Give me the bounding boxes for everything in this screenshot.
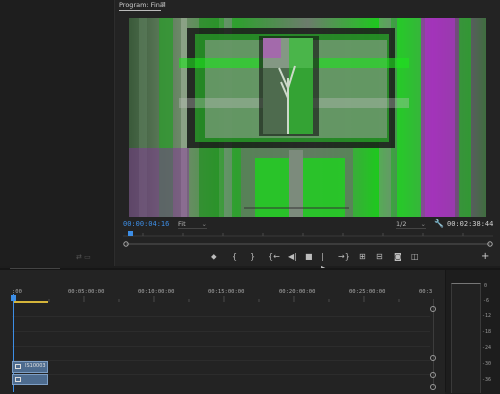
step-back-icon[interactable]: ◀| xyxy=(288,251,297,263)
lift-icon[interactable]: ⊞ xyxy=(359,251,366,263)
panel-tools: ⇄ ▭ xyxy=(76,253,91,261)
current-timecode[interactable]: 00:00:04:16 xyxy=(123,220,169,228)
chevron-down-icon: ⌄ xyxy=(201,220,207,228)
panel-menu-icon[interactable]: ≡ xyxy=(160,0,166,8)
ruler-label: 00:05:00:00 xyxy=(68,289,105,295)
panel-title[interactable]: Program: Final xyxy=(119,1,166,9)
extract-icon[interactable]: ⊟ xyxy=(376,251,383,263)
stop-icon[interactable]: ■ xyxy=(305,251,313,263)
clip-fx-icon xyxy=(15,364,21,369)
monitor-time-ruler[interactable] xyxy=(123,231,493,237)
ruler-label: 00:25:00:00 xyxy=(349,289,386,295)
video-preview[interactable] xyxy=(129,18,486,217)
meter-tick: -36 xyxy=(482,377,492,383)
zoom-scrollbar[interactable] xyxy=(123,241,493,247)
project-panel xyxy=(0,0,113,266)
scroll-handle[interactable] xyxy=(430,306,436,312)
scroll-handle[interactable] xyxy=(430,372,436,378)
resolution-select[interactable]: 1/2 ⌄ xyxy=(396,220,426,229)
scroll-handle[interactable] xyxy=(430,384,436,390)
meter-tick: 0 xyxy=(484,283,488,289)
zoom-select-value: Fit xyxy=(178,220,186,228)
comparison-view-icon[interactable]: ◫ xyxy=(411,251,419,263)
scroll-handle[interactable] xyxy=(430,355,436,361)
track-separator xyxy=(12,331,430,332)
mark-out-icon[interactable]: } xyxy=(250,251,255,263)
add-button-icon[interactable]: + xyxy=(481,251,489,263)
ruler-ticks xyxy=(13,296,400,302)
track-separator xyxy=(12,346,430,347)
meter-tick: -12 xyxy=(482,313,492,319)
zoom-select[interactable]: Fit ⌄ xyxy=(178,220,207,229)
work-area-bar[interactable] xyxy=(14,301,48,303)
clip-label: IS10003 xyxy=(25,363,46,369)
monitor-playhead[interactable] xyxy=(128,231,133,236)
audio-meter xyxy=(451,283,481,393)
track-separator xyxy=(12,374,430,375)
go-to-in-icon[interactable]: {← xyxy=(268,251,280,263)
panel-title-underline xyxy=(119,10,161,11)
video-frame-image xyxy=(129,18,486,217)
add-marker-icon[interactable]: ⬥ xyxy=(211,251,217,263)
track-separator xyxy=(12,360,430,361)
chevron-down-icon: ⌄ xyxy=(420,220,426,228)
settings-wrench-icon[interactable]: 🔧 xyxy=(434,219,444,228)
timeline-tracks[interactable] xyxy=(12,304,430,392)
timeline-tab-strip xyxy=(10,268,60,269)
audio-clip[interactable] xyxy=(12,374,48,385)
timeline-vertical-scrollbar[interactable] xyxy=(430,295,436,392)
ruler-label: 00:20:00:00 xyxy=(279,289,316,295)
meter-tick: -30 xyxy=(482,361,492,367)
duration-timecode: 00:02:38:44 xyxy=(447,220,494,228)
clip-fx-icon xyxy=(15,377,21,382)
meter-tick: -24 xyxy=(482,345,492,351)
resolution-select-value: 1/2 xyxy=(396,220,407,228)
go-to-out-icon[interactable]: →} xyxy=(338,251,350,263)
meter-tick: -18 xyxy=(482,329,492,335)
mark-in-icon[interactable]: { xyxy=(232,251,237,263)
ruler-label: 00:10:00:00 xyxy=(138,289,175,295)
export-frame-icon[interactable]: ◙ xyxy=(394,251,402,263)
ruler-label: 00:15:00:00 xyxy=(208,289,245,295)
track-separator xyxy=(12,316,430,317)
playhead-handle[interactable] xyxy=(11,295,16,301)
meter-tick: -6 xyxy=(483,298,490,304)
